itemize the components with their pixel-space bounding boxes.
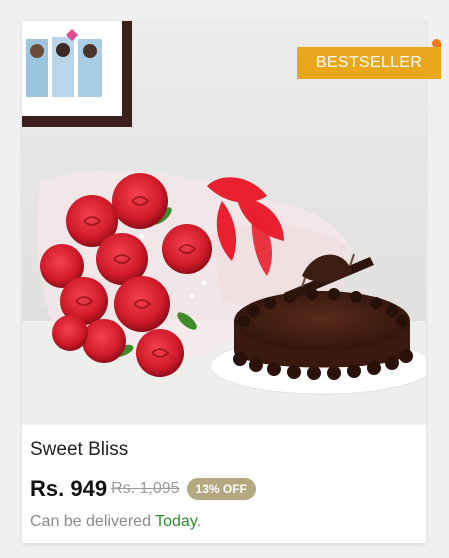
bestseller-badge-label: BESTSELLER xyxy=(315,54,423,71)
discount-badge-label: 13% OFF xyxy=(195,482,247,496)
delivery-day: Today xyxy=(155,513,197,530)
price-row: Rs. 949 Rs. 1,095 13% OFF xyxy=(30,474,256,504)
product-title[interactable]: Sweet Bliss xyxy=(30,439,128,461)
product-image[interactable] xyxy=(22,21,426,425)
delivery-info: Can be delivered Today. xyxy=(30,513,201,531)
discount-badge: 13% OFF xyxy=(186,478,256,500)
product-card[interactable]: BESTSELLER Sweet Bliss Rs. 949 Rs. 1,095… xyxy=(22,21,441,543)
delivery-prefix: Can be delivered xyxy=(30,513,151,530)
original-price: Rs. 1,095 xyxy=(111,480,180,497)
product-price: Rs. 949 xyxy=(30,476,108,501)
bestseller-badge: BESTSELLER xyxy=(297,47,441,79)
delivery-suffix: . xyxy=(196,513,202,530)
